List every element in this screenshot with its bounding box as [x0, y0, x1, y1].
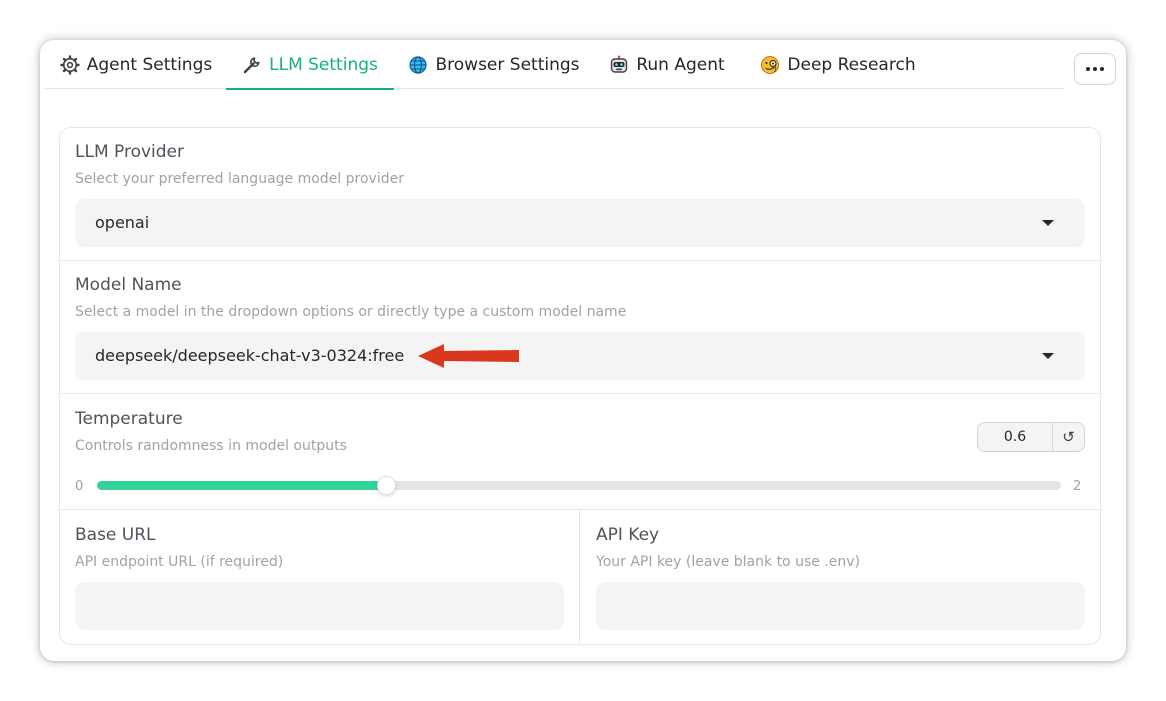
red-arrow-annotation: [418, 344, 519, 368]
tab-label: Browser Settings: [435, 54, 580, 75]
robot-icon: [609, 55, 629, 75]
temperature-min-label: 0: [75, 479, 84, 494]
model-name-label: Model Name: [75, 275, 182, 295]
api-key-info: Your API key (leave blank to use .env): [596, 554, 860, 570]
tab-run-agent[interactable]: Run Agent: [598, 40, 736, 89]
base-url-info: API endpoint URL (if required): [75, 554, 284, 570]
api-key-input[interactable]: [596, 582, 1085, 630]
llm-settings-panel: LLM Provider Select your preferred langu…: [59, 127, 1101, 645]
model-name-dropdown[interactable]: deepseek/deepseek-chat-v3-0324:free: [75, 332, 1085, 380]
temperature-max-label: 2: [1073, 479, 1082, 494]
tab-llm-settings[interactable]: LLM Settings: [226, 40, 394, 90]
chevron-down-icon: [1042, 220, 1054, 226]
tab-label: Deep Research: [787, 54, 916, 75]
face-with-monocle-icon: [760, 55, 780, 75]
settings-window: Agent Settings LLM Settings Browser Sett…: [40, 40, 1126, 661]
temperature-number-box: ↺: [977, 422, 1085, 452]
column-divider: [579, 510, 580, 644]
llm-provider-label: LLM Provider: [75, 142, 185, 162]
model-name-info: Select a model in the dropdown options o…: [75, 304, 627, 320]
temperature-slider-thumb[interactable]: [377, 476, 397, 495]
api-key-label: API Key: [596, 525, 660, 545]
tab-label: Run Agent: [636, 54, 725, 75]
model-name-value: deepseek/deepseek-chat-v3-0324:free: [95, 346, 405, 365]
more-dots-icon: [1086, 67, 1090, 71]
llm-provider-info: Select your preferred language model pro…: [75, 171, 404, 187]
temperature-label: Temperature: [75, 409, 183, 429]
temperature-number-input[interactable]: [978, 423, 1052, 451]
temperature-slider[interactable]: [97, 476, 1061, 495]
tab-bar: Agent Settings LLM Settings Browser Sett…: [44, 40, 1064, 90]
llm-provider-dropdown[interactable]: openai: [75, 199, 1085, 247]
base-url-input[interactable]: [75, 582, 564, 630]
more-options-button[interactable]: [1074, 53, 1116, 85]
section-divider: [60, 393, 1100, 394]
reset-button[interactable]: ↺: [1052, 423, 1084, 451]
section-divider: [60, 260, 1100, 261]
reset-icon: ↺: [1062, 428, 1075, 446]
base-url-label: Base URL: [75, 525, 156, 545]
tab-browser-settings[interactable]: Browser Settings: [404, 40, 584, 89]
tab-label: LLM Settings: [269, 54, 378, 75]
tab-agent-settings[interactable]: Agent Settings: [50, 40, 222, 89]
tab-deep-research[interactable]: Deep Research: [754, 40, 922, 89]
gear-icon: [60, 54, 80, 75]
temperature-info: Controls randomness in model outputs: [75, 438, 347, 454]
chevron-down-icon: [1042, 353, 1054, 359]
wrench-icon: [242, 55, 262, 75]
tab-label: Agent Settings: [86, 54, 213, 75]
globe-icon: [408, 55, 428, 75]
llm-provider-value: openai: [95, 213, 150, 232]
section-divider: [60, 509, 1100, 510]
temperature-slider-fill: [97, 481, 387, 490]
